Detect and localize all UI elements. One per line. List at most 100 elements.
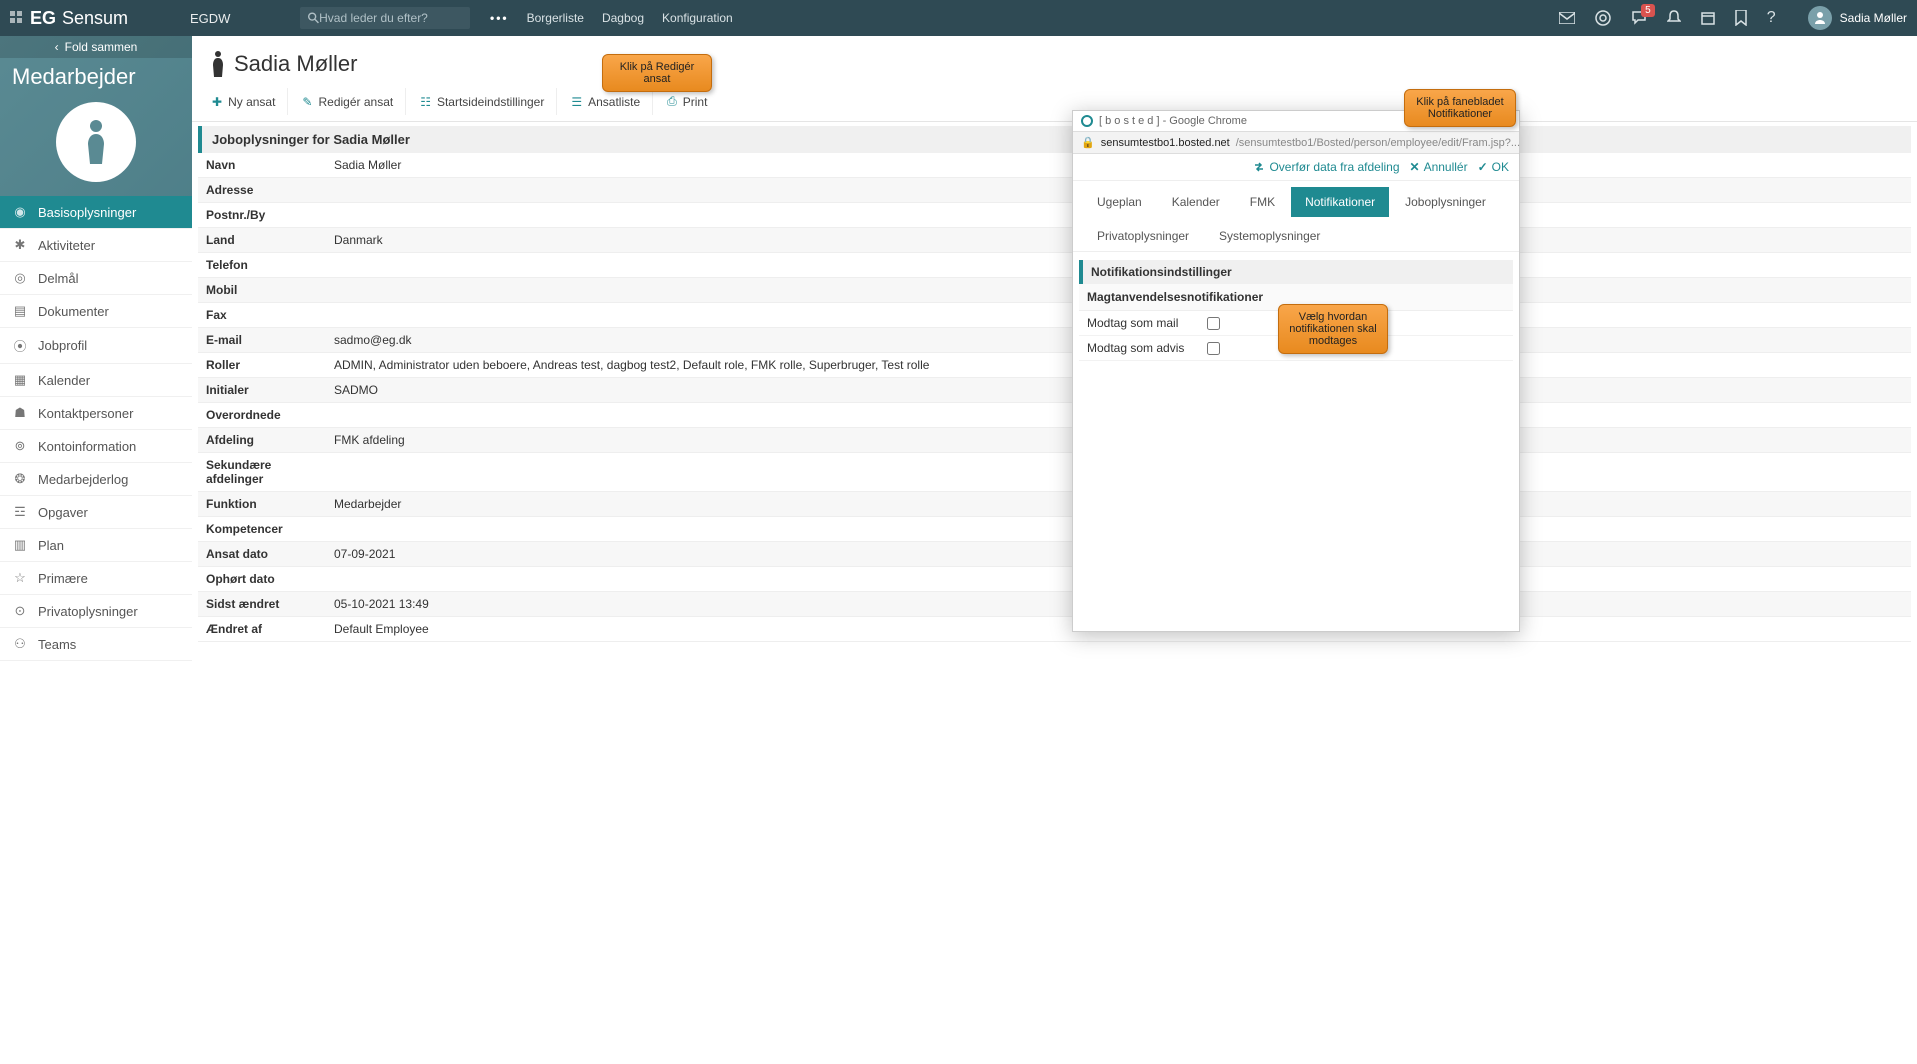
profile-icon: ⦿ [12, 336, 28, 355]
user-name: Sadia Møller [1840, 11, 1907, 25]
chevron-left-icon: ‹ [55, 40, 59, 54]
sidebar-item-medarbejderlog[interactable]: ❂Medarbejderlog [0, 463, 192, 496]
info-label: Navn [198, 153, 326, 177]
sidebar-item-label: Basisoplysninger [38, 205, 136, 220]
info-label: Sidst ændret [198, 592, 326, 616]
info-label: Initialer [198, 378, 326, 402]
ny-ansat-button[interactable]: ✚Ny ansat [200, 88, 288, 115]
button-label: Ny ansat [228, 95, 275, 109]
sidebar-item-label: Kontaktpersoner [38, 406, 133, 421]
search-box[interactable] [300, 7, 470, 29]
transfer-icon [1253, 161, 1265, 173]
search-input[interactable] [319, 11, 462, 25]
bell-icon[interactable] [1667, 10, 1681, 26]
cancel-button[interactable]: ✕Annullér [1410, 160, 1468, 174]
sidebar-item-basisoplysninger[interactable]: ◉ Basisoplysninger [0, 196, 192, 229]
bookmark-icon[interactable] [1735, 10, 1747, 26]
sidebar-item-label: Kalender [38, 373, 90, 388]
tasks-icon: ☲ [12, 504, 28, 520]
app-icon [1081, 115, 1093, 127]
more-icon[interactable]: ••• [490, 11, 509, 25]
info-label: Kompetencer [198, 517, 326, 541]
option-label: Modtag som mail [1087, 316, 1197, 330]
tab-systemoplysninger[interactable]: Systemoplysninger [1205, 221, 1334, 251]
info-label: Roller [198, 353, 326, 377]
org-name: EGDW [190, 11, 300, 26]
account-icon: ⊚ [12, 438, 28, 454]
user-icon: ◉ [12, 204, 28, 220]
nav-dagbog[interactable]: Dagbog [602, 11, 644, 25]
sidebar: ‹ Fold sammen Medarbejder ◉ Basisoplysnin… [0, 36, 192, 1064]
callout-edit: Klik på Redigér ansat [602, 54, 712, 92]
help-icon[interactable]: ? [1767, 9, 1776, 27]
sidebar-item-opgaver[interactable]: ☲Opgaver [0, 496, 192, 529]
print-button[interactable]: ⎙Print [655, 88, 719, 115]
user-chip[interactable]: Sadia Møller [1808, 6, 1907, 30]
sidebar-item-kontaktpersoner[interactable]: ☗Kontaktpersoner [0, 397, 192, 430]
settings-icon: ☷ [420, 95, 431, 109]
sidebar-item-label: Aktiviteter [38, 238, 95, 253]
mail-icon[interactable] [1559, 12, 1575, 24]
sidebar-item-kontoinformation[interactable]: ⊚Kontoinformation [0, 430, 192, 463]
sidebar-item-label: Jobprofil [38, 338, 87, 353]
log-icon: ❂ [12, 471, 28, 487]
redig-r-ansat-button[interactable]: ✎Redigér ansat [290, 88, 406, 115]
sidebar-item-dokumenter[interactable]: ▤Dokumenter [0, 295, 192, 328]
info-label: Ophørt dato [198, 567, 326, 591]
edit-popup: [ b o s t e d ] - Google Chrome 🔒 sensum… [1072, 110, 1520, 632]
nav-borgerliste[interactable]: Borgerliste [527, 11, 584, 25]
list-icon: ☰ [571, 95, 582, 109]
callout-choose: Vælg hvordan notifikationen skal modtage… [1278, 304, 1388, 354]
sidebar-item-label: Plan [38, 538, 64, 553]
info-row: Ophørt dato [198, 567, 1911, 592]
info-row: FunktionMedarbejder [198, 492, 1911, 517]
sidebar-item-plan[interactable]: ▥Plan [0, 529, 192, 562]
tab-fmk[interactable]: FMK [1236, 187, 1289, 217]
at-icon[interactable] [1595, 10, 1611, 26]
nav-konfiguration[interactable]: Konfiguration [662, 11, 733, 25]
person-icon [210, 50, 226, 78]
print-icon: ⎙ [667, 94, 677, 109]
option-checkbox[interactable] [1207, 317, 1220, 330]
info-row: Telefon [198, 253, 1911, 278]
sidebar-title: Medarbejder [0, 58, 192, 94]
sidebar-item-teams[interactable]: ⚇Teams [0, 628, 192, 661]
info-label: Sekundære afdelinger [198, 453, 326, 491]
tab-notifikationer[interactable]: Notifikationer [1291, 187, 1389, 217]
transfer-button[interactable]: Overfør data fra afdeling [1253, 160, 1399, 174]
info-row: NavnSadia Møller [198, 153, 1911, 178]
sidebar-item-label: Primære [38, 571, 88, 586]
sidebar-item-prim-re[interactable]: ☆Primære [0, 562, 192, 595]
person-icon [78, 118, 114, 166]
fold-button[interactable]: ‹ Fold sammen [0, 36, 192, 58]
top-nav: ••• Borgerliste Dagbog Konfiguration [490, 11, 733, 25]
tab-privatoplysninger[interactable]: Privatoplysninger [1083, 221, 1203, 251]
tab-ugeplan[interactable]: Ugeplan [1083, 187, 1156, 217]
popup-tabs: UgeplanKalenderFMKNotifikationerJoboplys… [1073, 181, 1519, 252]
sidebar-item-privatoplysninger[interactable]: ⊙Privatoplysninger [0, 595, 192, 628]
info-row: Mobil [198, 278, 1911, 303]
startsideindstillinger-button[interactable]: ☷ Startsideindstillinger [408, 88, 557, 115]
popup-url-bar: 🔒 sensumtestbo1.bosted.net/sensumtestbo1… [1073, 132, 1519, 154]
tab-kalender[interactable]: Kalender [1158, 187, 1234, 217]
ansatliste-button[interactable]: ☰ Ansatliste [559, 88, 653, 115]
sidebar-item-kalender[interactable]: ▦Kalender [0, 364, 192, 397]
tab-joboplysninger[interactable]: Joboplysninger [1391, 187, 1500, 217]
info-table: NavnSadia MøllerAdressePostnr./ByLandDan… [198, 153, 1911, 642]
info-label: Telefon [198, 253, 326, 277]
ok-button[interactable]: ✓OK [1478, 160, 1509, 174]
sidebar-item-delm-l[interactable]: ◎Delmål [0, 262, 192, 295]
info-row: Ansat dato07-09-2021 [198, 542, 1911, 567]
sidebar-item-aktiviteter[interactable]: ✱Aktiviteter [0, 229, 192, 262]
info-row: Fax [198, 303, 1911, 328]
calendar-icon[interactable] [1701, 11, 1715, 25]
popup-actions: Overfør data fra afdeling ✕Annullér ✓OK [1073, 154, 1519, 181]
option-checkbox[interactable] [1207, 342, 1220, 355]
sidebar-item-jobprofil[interactable]: ⦿ Jobprofil [0, 328, 192, 364]
callout-tab: Klik på fanebladet Notifikationer [1404, 89, 1516, 127]
button-label: Startsideindstillinger [437, 95, 544, 109]
chat-icon[interactable]: 5 [1631, 10, 1647, 26]
info-row: AfdelingFMK afdeling [198, 428, 1911, 453]
info-row: E-mailsadmo@eg.dk [198, 328, 1911, 353]
button-label: Ansatliste [588, 95, 640, 109]
